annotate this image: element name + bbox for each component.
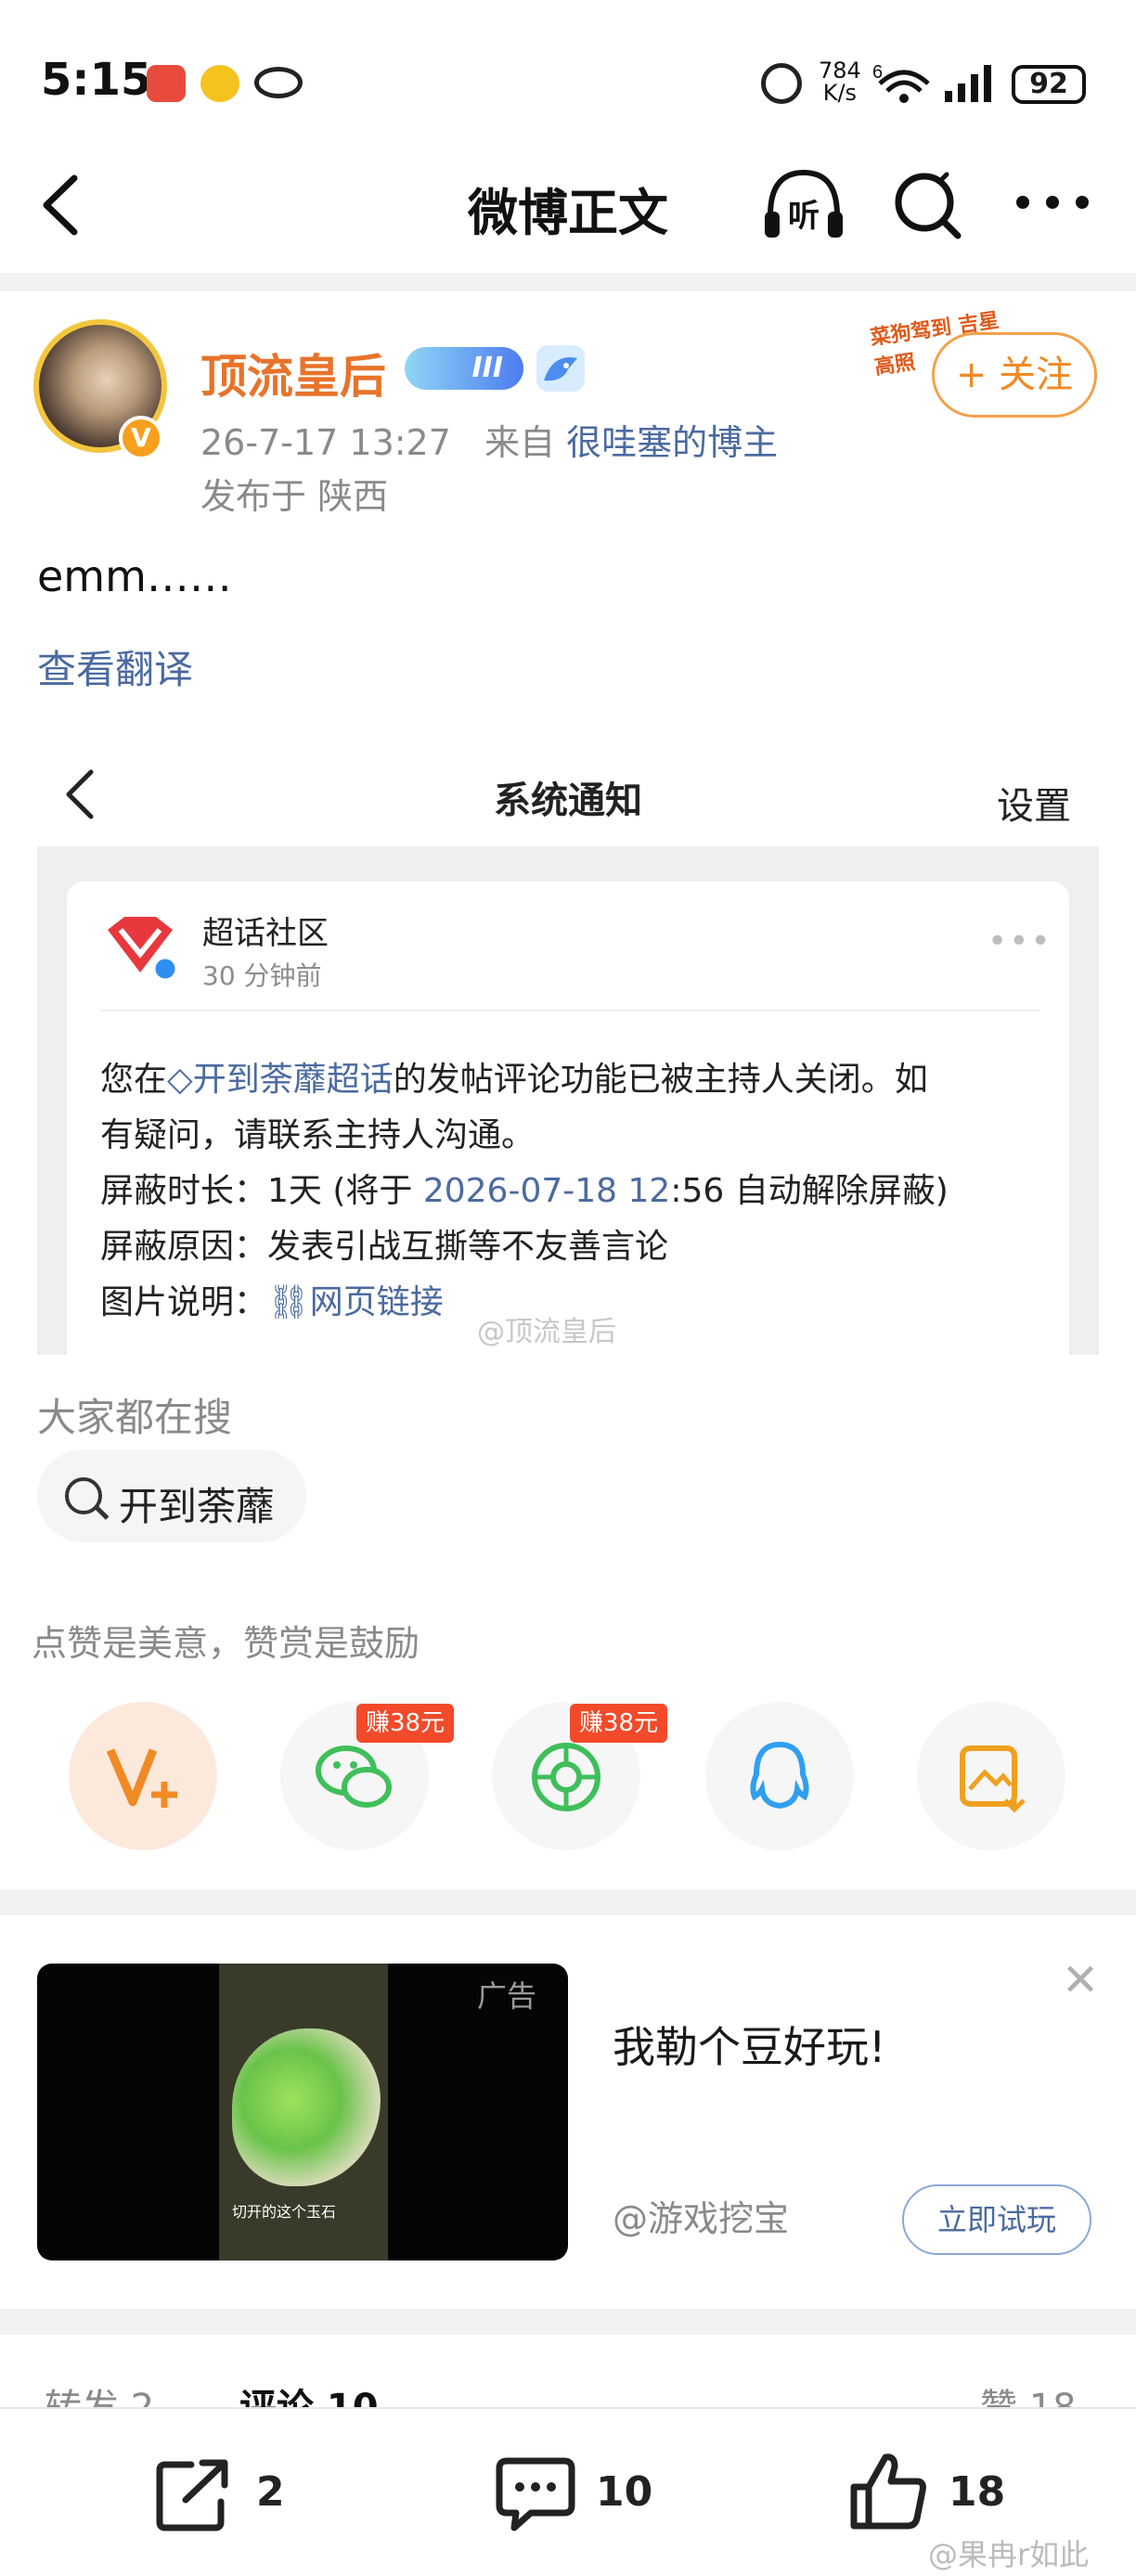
page-title: 微博正文 — [468, 184, 668, 242]
ad-label: 广告 — [477, 1978, 537, 2014]
notice-line-1-suffix: 的发帖评论功能已被主持人关闭。如 — [393, 1061, 928, 1099]
battery-indicator: 92 — [1012, 65, 1086, 104]
embedded-title: 系统通知 — [494, 779, 642, 822]
earn-tag-moments: 赚38元 — [570, 1704, 668, 1743]
verified-badge: V — [119, 416, 163, 460]
post-location: 发布于 陕西 — [200, 476, 389, 517]
shopping-app-icon — [147, 65, 186, 102]
earn-tag-wechat: 赚38元 — [356, 1704, 455, 1743]
save-image-icon — [960, 1745, 1026, 1813]
shark-badge-icon — [536, 345, 585, 392]
link-icon: ⛓ — [267, 1283, 310, 1321]
notice-line-2: 有疑问，请联系主持人沟通。 — [100, 1116, 536, 1154]
ad-image-caption: 切开的这个玉石 — [232, 2203, 337, 2221]
notice-topic-link: 开到荼蘼超话 — [192, 1061, 394, 1099]
repost-count[interactable]: 2 — [256, 2468, 285, 2516]
eye-icon — [254, 67, 303, 98]
bottom-watermark: @果冉r如此 — [928, 2537, 1090, 2572]
follow-button[interactable]: + 关注 — [932, 332, 1097, 418]
share-qq-button[interactable] — [705, 1702, 854, 1850]
author-name[interactable]: 顶流皇后 — [200, 340, 386, 406]
status-time: 5:15 — [41, 54, 152, 106]
listen-icon[interactable]: 听 — [759, 165, 848, 243]
wifi-icon: 6 — [872, 62, 930, 103]
notice-sender: 超话社区 — [202, 915, 329, 952]
image-watermark: @顶流皇后 — [477, 1316, 616, 1348]
nav-divider — [0, 273, 1136, 291]
ad-jade-stone — [232, 2029, 381, 2186]
hot-search-chip-label: 开到荼蘼 — [119, 1484, 276, 1529]
comment-icon[interactable] — [494, 2454, 577, 2533]
notice-line-3-prefix: 屏蔽时长：1天 (将于 — [100, 1172, 423, 1210]
ad-try-button[interactable]: 立即试玩 — [902, 2184, 1091, 2255]
wechat-icon — [316, 1745, 392, 1808]
post-text: emm…… — [37, 551, 232, 601]
comment-count[interactable]: 10 — [596, 2468, 652, 2516]
signal-icon — [945, 65, 991, 102]
search-icon[interactable] — [891, 167, 965, 241]
status-bar: 5:15 784 K/s 6 92 — [0, 0, 1136, 139]
notice-line-1: 您在◇开到荼蘼超话的发帖评论功能已被主持人关闭。如 — [100, 1052, 928, 1108]
more-options-icon[interactable] — [1013, 191, 1091, 213]
net-speed: 784 K/s — [819, 59, 861, 104]
ad-title[interactable]: 我勒个豆好玩! — [613, 2014, 885, 2075]
alarm-icon — [761, 63, 802, 104]
like-count[interactable]: 18 — [949, 2468, 1005, 2516]
reward-v-plus-icon — [106, 1748, 177, 1808]
save-image-button[interactable] — [917, 1702, 1065, 1850]
post-source-link[interactable]: 很哇塞的博主 — [566, 422, 778, 463]
notice-more-icon: ••• — [988, 922, 1052, 960]
moments-icon — [532, 1743, 600, 1811]
ad-divider — [0, 2309, 1136, 2335]
chaohua-logo-icon — [108, 917, 178, 982]
source-prefix: 来自 — [484, 422, 556, 463]
embedded-settings: 设置 — [997, 785, 1071, 828]
ad-close-icon[interactable]: ✕ — [1062, 1954, 1099, 2006]
notice-separator — [100, 1010, 1039, 1011]
diamond-icon: ◇ — [167, 1061, 193, 1099]
notice-web-link: 网页链接 — [309, 1283, 444, 1321]
notice-line-4: 屏蔽原因：发表引战互撕等不友善言论 — [100, 1228, 669, 1266]
like-icon[interactable] — [846, 2450, 930, 2533]
weibo-app-icon — [200, 65, 239, 102]
reward-button[interactable] — [69, 1702, 217, 1850]
svg-text:听: 听 — [788, 198, 820, 235]
net-speed-unit: K/s — [822, 80, 858, 106]
level-badge: III — [405, 347, 523, 390]
post-timestamp: 26-7-17 13:27 — [200, 422, 451, 463]
post-meta: 26-7-17 13:27 来自 很哇塞的博主 — [200, 414, 778, 465]
translate-link[interactable]: 查看翻译 — [37, 638, 193, 695]
section-divider — [0, 1889, 1136, 1915]
notice-time: 30 分钟前 — [202, 960, 322, 991]
reward-hint: 点赞是美意，赞赏是鼓励 — [32, 1623, 420, 1664]
hot-search-title: 大家都在搜 — [37, 1395, 233, 1440]
notice-line-5: 图片说明：⛓网页链接 — [100, 1275, 444, 1331]
notice-line-3-suffix: :56 自动解除屏蔽) — [670, 1172, 949, 1210]
net-speed-value: 784 — [819, 58, 861, 84]
notice-line-1-prefix: 您在 — [100, 1061, 168, 1099]
notice-date: 2026-07-18 12 — [422, 1172, 671, 1210]
qq-icon — [750, 1741, 809, 1810]
ad-game-screen: 切开的这个玉石 — [219, 1964, 388, 2260]
ad-source[interactable]: @游戏挖宝 — [613, 2190, 789, 2241]
notice-line-5-prefix: 图片说明： — [100, 1283, 268, 1321]
repost-icon[interactable] — [154, 2455, 238, 2533]
notice-line-3: 屏蔽时长：1天 (将于 2026-07-18 12:56 自动解除屏蔽) — [100, 1164, 949, 1219]
